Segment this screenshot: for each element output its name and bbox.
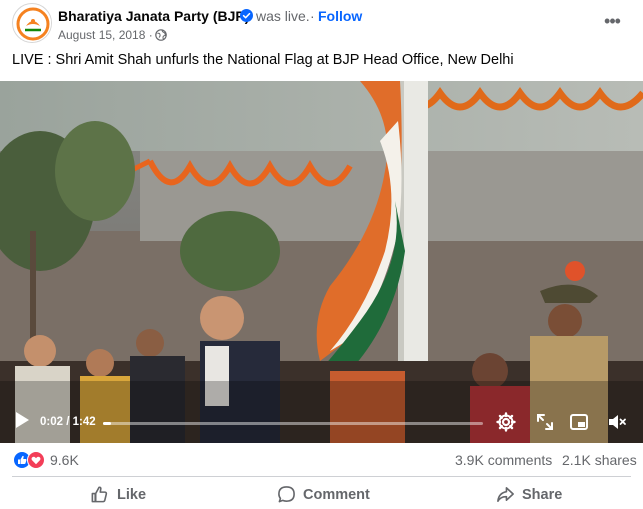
page-avatar[interactable] (12, 3, 52, 43)
separator-dot: · (310, 8, 315, 24)
share-label: Share (522, 487, 563, 503)
post-header: Bharatiya Janata Party (BJP) was live. ·… (0, 0, 643, 48)
verified-badge-icon (240, 9, 253, 22)
video-progress-fill (103, 422, 111, 425)
more-options-button[interactable]: ••• (598, 10, 626, 38)
post-caption: LIVE : Shri Amit Shah unfurls the Nation… (12, 52, 514, 68)
video-frame (0, 81, 643, 443)
page-name-link[interactable]: Bharatiya Janata Party (BJP) (58, 8, 249, 24)
like-button[interactable] (12, 478, 217, 509)
comment-label: Comment (303, 487, 370, 503)
action-divider (12, 476, 631, 477)
thumbs-up-icon (91, 486, 108, 503)
play-icon[interactable] (14, 411, 30, 429)
live-status-text: was live. (256, 8, 310, 24)
post-date-link[interactable]: August 15, 2018 · (58, 28, 153, 42)
comments-count-link[interactable]: 3.9K comments (455, 452, 552, 468)
speech-bubble-icon (278, 486, 295, 503)
expand-icon[interactable] (535, 412, 555, 432)
shares-count-link[interactable]: 2.1K shares (562, 452, 637, 468)
picture-in-picture-icon[interactable] (569, 412, 589, 432)
settings-gear-icon[interactable] (496, 412, 516, 432)
like-label: Like (117, 487, 147, 503)
video-player[interactable] (0, 81, 643, 443)
video-progress-bar[interactable] (103, 422, 483, 425)
follow-button[interactable]: Follow (318, 8, 362, 24)
share-arrow-icon (497, 487, 514, 502)
reaction-icons[interactable] (13, 451, 47, 469)
volume-muted-icon[interactable] (607, 412, 627, 432)
bjp-logo-icon (14, 5, 51, 42)
video-time: 0:02 / 1:42 (40, 416, 96, 428)
globe-icon (155, 29, 167, 41)
reactions-count[interactable]: 9.6K (50, 452, 79, 468)
